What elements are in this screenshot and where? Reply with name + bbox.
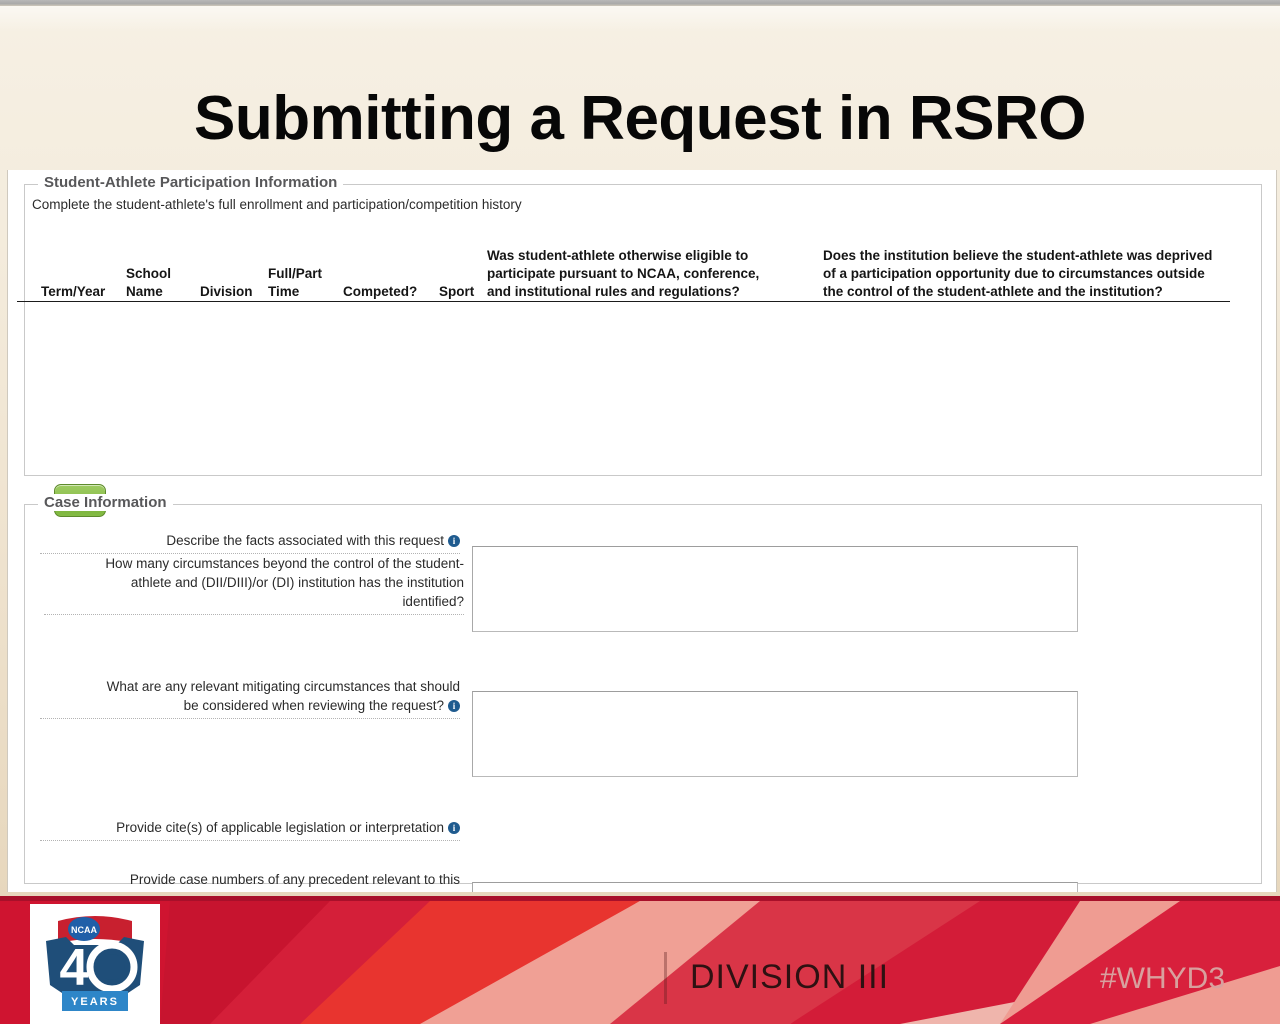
table-header-rule — [17, 301, 1230, 302]
facts-label: Describe the facts associated with this … — [40, 531, 460, 554]
footer-decorative-shapes — [0, 901, 1280, 1024]
legislation-label: Provide cite(s) of applicable legislatio… — [40, 818, 460, 841]
column-header-school-name-line1: School — [126, 266, 172, 281]
legislation-label-text: Provide cite(s) of applicable legislatio… — [116, 820, 444, 835]
mitigating-circumstances-label-line2: be considered when reviewing the request… — [183, 698, 444, 713]
page-title: Submitting a Request in RSRO — [194, 84, 1086, 153]
participation-subtitle: Complete the student-athlete's full enro… — [32, 197, 522, 212]
column-header-eligible-line3: and institutional rules and regulations? — [487, 284, 740, 299]
participation-fieldset — [24, 184, 1262, 476]
precedent-label: Provide case numbers of any precedent re… — [129, 872, 460, 887]
column-header-full-part-line2: Time — [268, 284, 300, 299]
background-sheen — [0, 6, 1280, 32]
ncaa-40-years-logo: NCAA 4 YEARS — [30, 904, 160, 1024]
column-header-school-name-line2: Name — [126, 284, 163, 299]
column-header-sport: Sport — [439, 284, 475, 299]
column-header-term-year: Term/Year — [41, 284, 106, 299]
column-header-division: Division — [200, 284, 253, 299]
column-header-deprived-line3: the control of the student-athlete and t… — [823, 284, 1163, 299]
slide-footer: DIVISION III #WHYD3 — [0, 896, 1280, 1024]
mitigating-circumstances-label-line1: What are any relevant mitigating circums… — [106, 679, 460, 694]
footer-divider — [664, 952, 667, 1004]
mitigating-circumstances-label: What are any relevant mitigating circums… — [40, 677, 460, 719]
column-header-deprived-line2: of a participation opportunity due to ci… — [823, 266, 1205, 281]
facts-textarea[interactable] — [472, 546, 1078, 632]
precedent-textarea[interactable] — [472, 882, 1078, 892]
column-header-competed: Competed? — [343, 284, 418, 299]
footer-hashtag: #WHYD3 — [1100, 962, 1226, 995]
ncaa-40-years-logo-svg: NCAA 4 YEARS — [46, 916, 144, 1011]
column-header-eligible-line2: participate pursuant to NCAA, conference… — [487, 266, 760, 281]
svg-text:4: 4 — [60, 939, 89, 997]
info-icon-legislation[interactable]: i — [448, 822, 460, 834]
column-header-eligible-line1: Was student-athlete otherwise eligible t… — [487, 248, 749, 263]
footer-division-label: DIVISION III — [690, 958, 890, 996]
svg-text:NCAA: NCAA — [71, 925, 97, 935]
info-icon-mitigating[interactable]: i — [448, 700, 460, 712]
facts-label-text: Describe the facts associated with this … — [166, 533, 444, 548]
participation-table-header: Term/Year School Name Division Full/Part… — [32, 232, 1254, 300]
column-header-deprived-line1: Does the institution believe the student… — [823, 248, 1213, 263]
mitigating-circumstances-textarea[interactable] — [472, 691, 1078, 777]
case-information-legend: Case Information — [38, 494, 173, 511]
svg-text:YEARS: YEARS — [71, 996, 119, 1008]
slide: Submitting a Request in RSRO Student-Ath… — [0, 0, 1280, 1024]
column-header-full-part-line1: Full/Part — [268, 266, 323, 281]
info-icon-facts[interactable]: i — [448, 535, 460, 547]
rsro-form-screenshot: Student-Athlete Participation Informatio… — [7, 170, 1277, 892]
participation-legend: Student-Athlete Participation Informatio… — [38, 174, 344, 191]
